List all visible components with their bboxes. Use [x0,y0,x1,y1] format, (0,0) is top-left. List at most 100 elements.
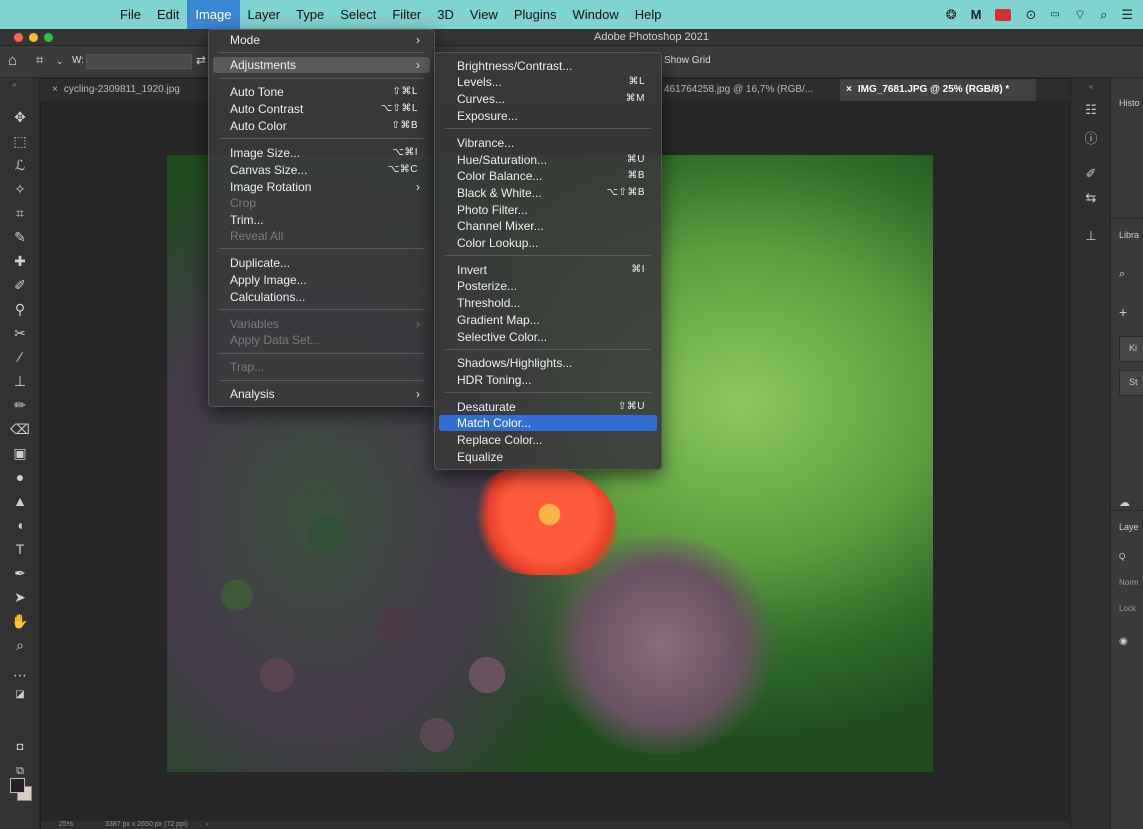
art-brush-tool-icon[interactable]: ∕ [10,348,30,366]
pencil-tool-icon[interactable]: ✏ [10,396,30,414]
menu-3d[interactable]: 3D [429,0,462,29]
blend-mode-select[interactable]: Norm [1119,578,1139,587]
gradient-tool-icon[interactable]: ▣ [10,444,30,462]
malwarebytes-icon[interactable]: M [971,8,982,21]
menu-item-replace-color[interactable]: Replace Color... [439,432,657,448]
menu-item-vibrance[interactable]: Vibrance... [439,135,657,151]
tab-461764258[interactable]: 461764258.jpg @ 16,7% (RGB/... [658,79,840,101]
search-icon[interactable]: ⌕ [1100,8,1107,21]
spot-healing-tool-icon[interactable]: ✚ [10,252,30,270]
path-selection-tool-icon[interactable]: ➤ [10,588,30,606]
close-tab-icon[interactable]: × [52,84,58,95]
adjustments-panel-icon[interactable]: ☷ [1081,102,1101,118]
brush-panel-icon[interactable]: ✐ [1081,166,1101,182]
info-panel-icon[interactable]: ⓘ [1081,128,1101,147]
sharpen-tool-icon[interactable]: ▲ [10,492,30,510]
eyedropper-tool-icon[interactable]: ✎ [10,228,30,246]
menu-item-mode[interactable]: Mode › [213,32,430,48]
move-tool-icon[interactable]: ✥ [10,108,30,126]
magic-wand-tool-icon[interactable]: ✧ [10,180,30,198]
menu-select[interactable]: Select [332,0,384,29]
character-panel-icon[interactable]: ⊥ [1081,228,1101,244]
menu-item-exposure[interactable]: Exposure... [439,108,657,124]
menu-layer[interactable]: Layer [240,0,289,29]
menu-item-desaturate[interactable]: Desaturate ⇧⌘U [439,399,657,415]
foreground-color-swatch[interactable] [10,778,25,793]
menu-item-gradient-map[interactable]: Gradient Map... [439,312,657,328]
add-library-icon[interactable]: + [1119,304,1127,320]
menu-item-levels[interactable]: Levels... ⌘L [439,74,657,90]
quick-mask-icon[interactable]: ◘ [10,738,30,756]
wifi-icon[interactable]: ⌔ [1074,8,1086,21]
blur-tool-icon[interactable]: ● [10,468,30,486]
menu-plugins[interactable]: Plugins [506,0,565,29]
tab-img-7681[interactable]: × IMG_7681.JPG @ 25% (RGB/8) * [840,79,1036,101]
menu-item-brightness-contrast[interactable]: Brightness/Contrast... [439,58,657,74]
dodge-tool-icon[interactable]: ◖ [10,516,30,534]
menu-item-image-size[interactable]: Image Size... ⌥⌘I [213,145,430,161]
chevron-down-icon[interactable]: ⌄ [56,56,64,67]
menu-item-selective-color[interactable]: Selective Color... [439,329,657,345]
crop-tool-preset-icon[interactable]: ⌗ [36,52,43,68]
libraries-panel-title[interactable]: Libra [1119,230,1139,240]
menu-image[interactable]: Image [187,0,240,29]
stamp-tool-icon[interactable]: ⊥ [10,372,30,390]
menu-item-shadows-highlights[interactable]: Shadows/Highlights... [439,355,657,371]
menu-item-analysis[interactable]: Analysis › [213,386,430,402]
history-brush-tool-icon[interactable]: ✂ [10,324,30,342]
swap-icon[interactable]: ⇄ [196,53,206,67]
brush-tool-icon[interactable]: ✐ [10,276,30,294]
library-search-icon[interactable]: ⌕ [1119,268,1125,281]
menu-item-posterize[interactable]: Posterize... [439,278,657,294]
width-input[interactable] [86,54,192,69]
menu-item-hue-saturation[interactable]: Hue/Saturation... ⌘U [439,152,657,168]
menu-item-black-white[interactable]: Black & White... ⌥⇧⌘B [439,185,657,201]
menu-item-invert[interactable]: Invert ⌘I [439,262,657,278]
flag-icon[interactable] [995,8,1012,21]
menu-item-auto-contrast[interactable]: Auto Contrast ⌥⇧⌘L [213,101,430,117]
menu-item-canvas-size[interactable]: Canvas Size... ⌥⌘C [213,162,430,178]
close-tab-icon[interactable]: × [846,84,852,95]
menu-item-channel-mixer[interactable]: Channel Mixer... [439,218,657,234]
menu-item-auto-tone[interactable]: Auto Tone ⇧⌘L [213,84,430,100]
play-icon[interactable]: ⊙ [1025,8,1036,21]
menu-item-auto-color[interactable]: Auto Color ⇧⌘B [213,118,430,134]
menu-window[interactable]: Window [564,0,626,29]
menu-item-calculations[interactable]: Calculations... [213,289,430,305]
panel-grip-icon[interactable]: » [12,80,16,89]
history-panel-title[interactable]: Histo [1119,98,1140,108]
menu-item-threshold[interactable]: Threshold... [439,295,657,311]
menu-item-curves[interactable]: Curves... ⌘M [439,91,657,107]
home-icon[interactable]: ⌂ [8,52,17,69]
status-arrow[interactable]: › [206,821,208,828]
more-tools-icon[interactable]: ⋯ [10,666,30,684]
menu-item-hdr-toning[interactable]: HDR Toning... [439,372,657,388]
color-swatches[interactable] [10,778,34,802]
lasso-tool-icon[interactable]: ℒ [10,156,30,174]
layer-filter-search[interactable]: Q [1119,552,1125,561]
menu-item-match-color[interactable]: Match Color... [439,415,657,431]
menu-item-equalize[interactable]: Equalize [439,449,657,465]
menu-item-image-rotation[interactable]: Image Rotation › [213,179,430,195]
creative-cloud-icon[interactable]: ❂ [946,8,957,21]
panel-grip-icon[interactable]: « [1081,82,1101,91]
menu-item-color-balance[interactable]: Color Balance... ⌘B [439,168,657,184]
menu-item-trim[interactable]: Trim... [213,212,430,228]
menu-item-apply-image[interactable]: Apply Image... [213,272,430,288]
default-colors-icon[interactable]: ◪ [10,686,30,704]
menu-help[interactable]: Help [627,0,670,29]
eraser-tool-icon[interactable]: ⌫ [10,420,30,438]
menu-item-color-lookup[interactable]: Color Lookup... [439,235,657,251]
layer-visibility-icon[interactable]: ◉ [1119,636,1128,647]
cloud-icon[interactable]: ☁ [1119,496,1130,509]
menu-item-adjustments[interactable]: Adjustments › [213,57,430,73]
menu-edit[interactable]: Edit [149,0,187,29]
pen-tool-icon[interactable]: ✒ [10,564,30,582]
tab-cycling[interactable]: × cycling-2309811_1920.jpg [46,79,216,101]
show-grid-label[interactable]: Show Grid [664,55,711,66]
marquee-tool-icon[interactable]: ⬚ [10,132,30,150]
zoom-tool-icon[interactable]: ⌕ [10,636,30,654]
menu-view[interactable]: View [462,0,506,29]
hand-tool-icon[interactable]: ✋ [10,612,30,630]
type-tool-icon[interactable]: T [10,540,30,558]
